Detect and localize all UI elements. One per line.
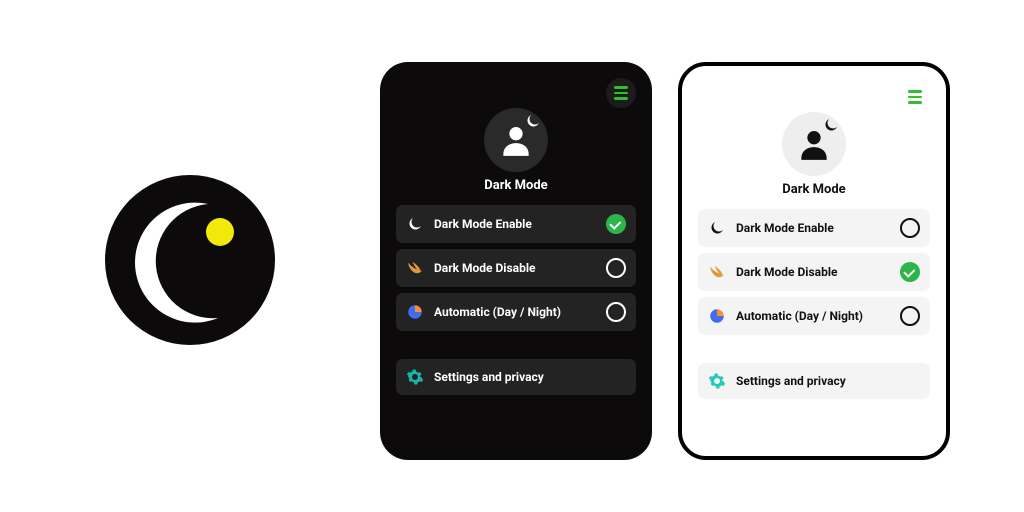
moon-icon bbox=[406, 215, 424, 233]
option-label: Automatic (Day / Night) bbox=[434, 305, 596, 319]
settings-label: Settings and privacy bbox=[434, 370, 626, 384]
radio-selected bbox=[606, 214, 626, 234]
phone-light: Dark Mode Dark Mode Enable Dark Mode Dis… bbox=[678, 62, 950, 460]
gear-icon bbox=[406, 368, 424, 386]
settings-label: Settings and privacy bbox=[736, 374, 920, 388]
radio-unselected bbox=[606, 302, 626, 322]
option-label: Automatic (Day / Night) bbox=[736, 309, 890, 323]
option-automatic[interactable]: Automatic (Day / Night) bbox=[396, 293, 636, 331]
avatar bbox=[484, 108, 548, 172]
swift-icon bbox=[708, 263, 726, 281]
radio-unselected bbox=[900, 306, 920, 326]
radio-unselected bbox=[900, 218, 920, 238]
phone-dark: Dark Mode Dark Mode Enable Dark Mode Dis… bbox=[380, 62, 652, 460]
gear-icon bbox=[708, 372, 726, 390]
radio-selected bbox=[900, 262, 920, 282]
option-label: Dark Mode Enable bbox=[736, 221, 890, 235]
moon-icon bbox=[524, 112, 542, 130]
section-title: Dark Mode bbox=[396, 178, 636, 193]
option-automatic[interactable]: Automatic (Day / Night) bbox=[698, 297, 930, 335]
swift-icon bbox=[406, 259, 424, 277]
radio-unselected bbox=[606, 258, 626, 278]
option-label: Dark Mode Disable bbox=[736, 265, 890, 279]
option-enable[interactable]: Dark Mode Enable bbox=[698, 209, 930, 247]
option-enable[interactable]: Dark Mode Enable bbox=[396, 205, 636, 243]
option-disable[interactable]: Dark Mode Disable bbox=[396, 249, 636, 287]
app-logo bbox=[100, 170, 280, 350]
option-label: Dark Mode Enable bbox=[434, 217, 596, 231]
auto-icon bbox=[406, 303, 424, 321]
section-title: Dark Mode bbox=[698, 182, 930, 197]
option-disable[interactable]: Dark Mode Disable bbox=[698, 253, 930, 291]
moon-icon bbox=[708, 219, 726, 237]
settings-privacy[interactable]: Settings and privacy bbox=[698, 363, 930, 399]
menu-button[interactable] bbox=[606, 78, 636, 108]
option-label: Dark Mode Disable bbox=[434, 261, 596, 275]
avatar bbox=[782, 112, 846, 176]
auto-icon bbox=[708, 307, 726, 325]
moon-icon bbox=[822, 116, 840, 134]
settings-privacy[interactable]: Settings and privacy bbox=[396, 359, 636, 395]
menu-button[interactable] bbox=[900, 82, 930, 112]
